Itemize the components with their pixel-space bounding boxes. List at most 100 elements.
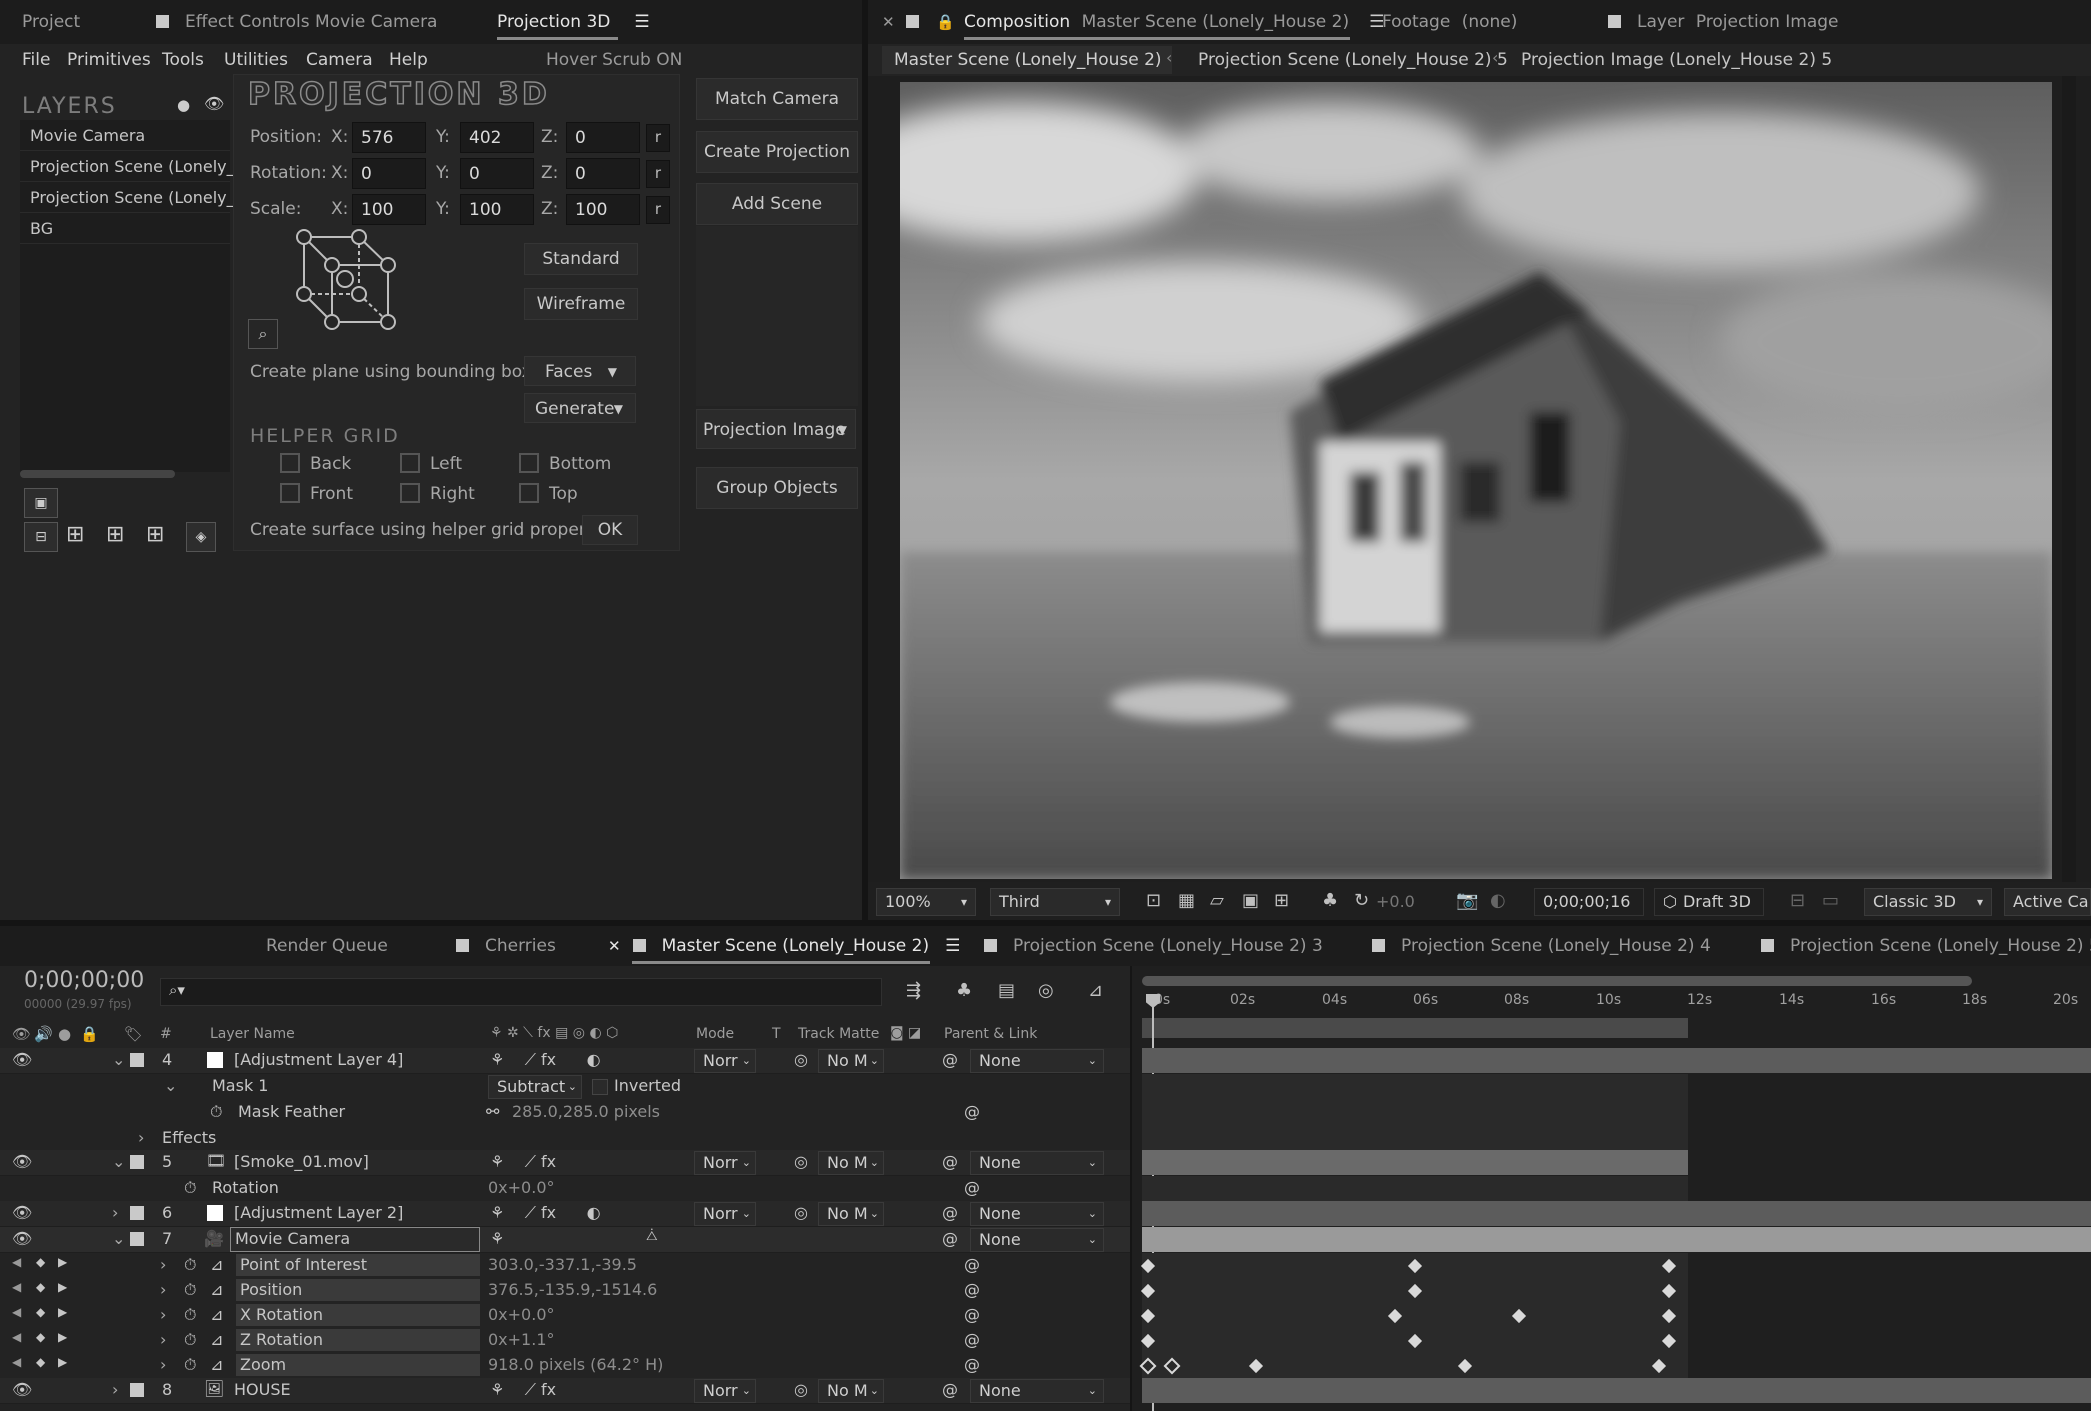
- track-matte-dropdown[interactable]: No M ⌄: [818, 1049, 884, 1073]
- add-keyframe-icon[interactable]: ◆: [36, 1255, 45, 1269]
- stopwatch-icon[interactable]: ⏱: [184, 1355, 196, 1375]
- label-tag-icon[interactable]: 🏷: [124, 1025, 143, 1043]
- track-matte-dropdown[interactable]: No M ⌄: [818, 1379, 884, 1403]
- menu-tools[interactable]: Tools: [162, 50, 204, 70]
- ok-button[interactable]: OK: [582, 515, 638, 545]
- tab-project[interactable]: Project: [22, 0, 80, 44]
- panel-menu-icon[interactable]: ☰: [945, 936, 960, 956]
- pickwhip-icon[interactable]: @: [964, 1305, 980, 1324]
- layer-bar[interactable]: [1142, 1378, 2091, 1403]
- layer-bar[interactable]: [1142, 1150, 1688, 1175]
- stopwatch-icon[interactable]: ⏱: [210, 1102, 222, 1122]
- tab-footage[interactable]: Footage (none): [1382, 0, 1517, 44]
- link-icon[interactable]: ⚯: [486, 1102, 499, 1121]
- audio-icon[interactable]: 🔊: [34, 1025, 53, 1043]
- grid-guides-icon[interactable]: ⊞: [1274, 890, 1289, 911]
- position-z-field[interactable]: 0: [566, 122, 640, 153]
- mode-dropdown[interactable]: Norr ⌄: [694, 1379, 756, 1403]
- eye-icon[interactable]: 👁: [12, 1229, 32, 1248]
- pickwhip-icon[interactable]: @: [964, 1355, 980, 1374]
- property-row[interactable]: ◀ ◆ ▶ › ⏱ ⊿ Position 376.5,-135.9,-1514.…: [0, 1278, 1140, 1303]
- grid-icon[interactable]: ⊞: [66, 522, 84, 547]
- graph-icon[interactable]: ⊿: [210, 1280, 223, 1299]
- prev-keyframe-icon[interactable]: ◀: [12, 1280, 21, 1294]
- stopwatch-icon[interactable]: ⏱: [184, 1280, 196, 1300]
- stopwatch-icon[interactable]: ⏱: [184, 1178, 196, 1198]
- tab-projection3d[interactable]: Projection 3D ☰: [497, 0, 650, 44]
- menu-primitives[interactable]: Primitives: [67, 50, 151, 70]
- snapshot-icon[interactable]: 📷: [1456, 890, 1478, 911]
- layer-name[interactable]: [Adjustment Layer 2]: [234, 1203, 403, 1222]
- comp-viewer[interactable]: [868, 76, 2091, 882]
- safe-margins-icon[interactable]: ▣: [1242, 890, 1259, 911]
- extended-viewer-icon[interactable]: ▭: [1822, 890, 1839, 911]
- objects-icon[interactable]: ◈: [186, 522, 216, 552]
- matte-icon[interactable]: ◎: [794, 1203, 808, 1222]
- eye-icon[interactable]: 👁: [12, 1025, 31, 1043]
- label-swatch[interactable]: [130, 1232, 144, 1246]
- parent-dropdown[interactable]: None ⌄: [970, 1202, 1104, 1226]
- prev-keyframe-icon[interactable]: ◀: [12, 1355, 21, 1369]
- region-of-interest-icon[interactable]: ⊡: [1146, 890, 1161, 911]
- parent-dropdown[interactable]: None ⌄: [970, 1379, 1104, 1403]
- prev-keyframe-icon[interactable]: ◀: [12, 1305, 21, 1319]
- top-checkbox[interactable]: [519, 483, 539, 503]
- chevron-down-icon[interactable]: ⌄: [112, 1229, 125, 1248]
- pickwhip-icon[interactable]: @: [942, 1050, 958, 1069]
- pickwhip-icon[interactable]: @: [942, 1203, 958, 1222]
- col-layer-name[interactable]: Layer Name: [210, 1026, 295, 1042]
- parent-dropdown[interactable]: None ⌄: [970, 1151, 1104, 1175]
- layer-bar[interactable]: [1142, 1048, 2091, 1073]
- plane-icon[interactable]: ⊟: [24, 522, 58, 552]
- lock-icon[interactable]: 🔒: [80, 1025, 99, 1043]
- tab-render-queue[interactable]: Render Queue: [266, 926, 388, 966]
- chevron-right-icon[interactable]: ›: [112, 1203, 118, 1222]
- property-row[interactable]: › Effects: [0, 1126, 1140, 1151]
- position-y-field[interactable]: 402: [460, 122, 534, 153]
- hover-scrub-toggle[interactable]: Hover Scrub ON: [546, 50, 682, 70]
- layer-item[interactable]: Movie Camera: [20, 120, 230, 151]
- add-keyframe-icon[interactable]: ◆: [36, 1305, 45, 1319]
- rotation-x-field[interactable]: 0: [352, 158, 426, 189]
- eye-icon[interactable]: 👁: [12, 1152, 32, 1171]
- show-snapshot-icon[interactable]: ◐: [1490, 890, 1506, 911]
- lock-icon[interactable]: 🔒: [936, 0, 955, 44]
- switches-icons[interactable]: ⚘ ⟋ fx: [490, 1152, 556, 1172]
- chevron-down-icon[interactable]: ⌄: [112, 1050, 125, 1069]
- pickwhip-icon[interactable]: @: [964, 1102, 980, 1121]
- transparency-grid-icon[interactable]: ▦: [1178, 890, 1195, 911]
- scale-reset-button[interactable]: r: [646, 196, 670, 224]
- tab-master-scene[interactable]: ✕ Master Scene (Lonely_House 2) ☰: [608, 926, 960, 966]
- tab-cherries[interactable]: Cherries: [456, 926, 556, 966]
- layer-bar-selected[interactable]: [1142, 1227, 2091, 1252]
- eye-icon[interactable]: 👁: [12, 1203, 32, 1222]
- resolution-dropdown[interactable]: Third ▾: [990, 888, 1120, 916]
- eye-icon[interactable]: 👁: [12, 1050, 32, 1069]
- tab-projection-scene-4[interactable]: Projection Scene (Lonely_House 2) 4: [1372, 926, 1711, 966]
- next-keyframe-icon[interactable]: ▶: [58, 1280, 67, 1294]
- match-camera-button[interactable]: Match Camera: [696, 78, 858, 120]
- 3d-layer-icon[interactable]: ⧊: [646, 1229, 658, 1244]
- panel-menu-icon[interactable]: ☰: [634, 12, 649, 32]
- left-checkbox[interactable]: [400, 453, 420, 473]
- layer-name-edit[interactable]: Movie Camera: [230, 1227, 480, 1252]
- work-area-bar[interactable]: [1142, 1018, 1688, 1038]
- menu-utilities[interactable]: Utilities: [224, 50, 288, 70]
- graph-icon[interactable]: ⊿: [210, 1305, 223, 1324]
- chevron-down-icon[interactable]: ⌄: [164, 1076, 177, 1095]
- property-row[interactable]: ◀ ◆ ▶ › ⏱ ⊿ Zoom 918.0 pixels (64.2° H) …: [0, 1353, 1140, 1378]
- property-value[interactable]: 303.0,-337.1,-39.5: [488, 1255, 637, 1274]
- back-checkbox[interactable]: [280, 453, 300, 473]
- zoom-icon[interactable]: ⌕: [248, 319, 278, 349]
- property-row[interactable]: ◀ ◆ ▶ › ⏱ ⊿ X Rotation 0x+0.0° @: [0, 1303, 1140, 1328]
- track-matte-dropdown[interactable]: No M ⌄: [818, 1151, 884, 1175]
- layers-scrollbar[interactable]: [20, 470, 175, 478]
- viewer-scrollbar[interactable]: [2062, 76, 2076, 882]
- motion-blur-icon[interactable]: ◎: [1038, 980, 1054, 1001]
- property-value[interactable]: 0x+0.0°: [488, 1305, 555, 1324]
- switches-icons[interactable]: ⚘ ⟋ fx ◐: [490, 1203, 601, 1223]
- front-checkbox[interactable]: [280, 483, 300, 503]
- view-dropdown[interactable]: Active Ca: [2004, 888, 2091, 916]
- graph-icon[interactable]: ⊿: [210, 1255, 223, 1274]
- chevron-right-icon[interactable]: ›: [160, 1255, 166, 1274]
